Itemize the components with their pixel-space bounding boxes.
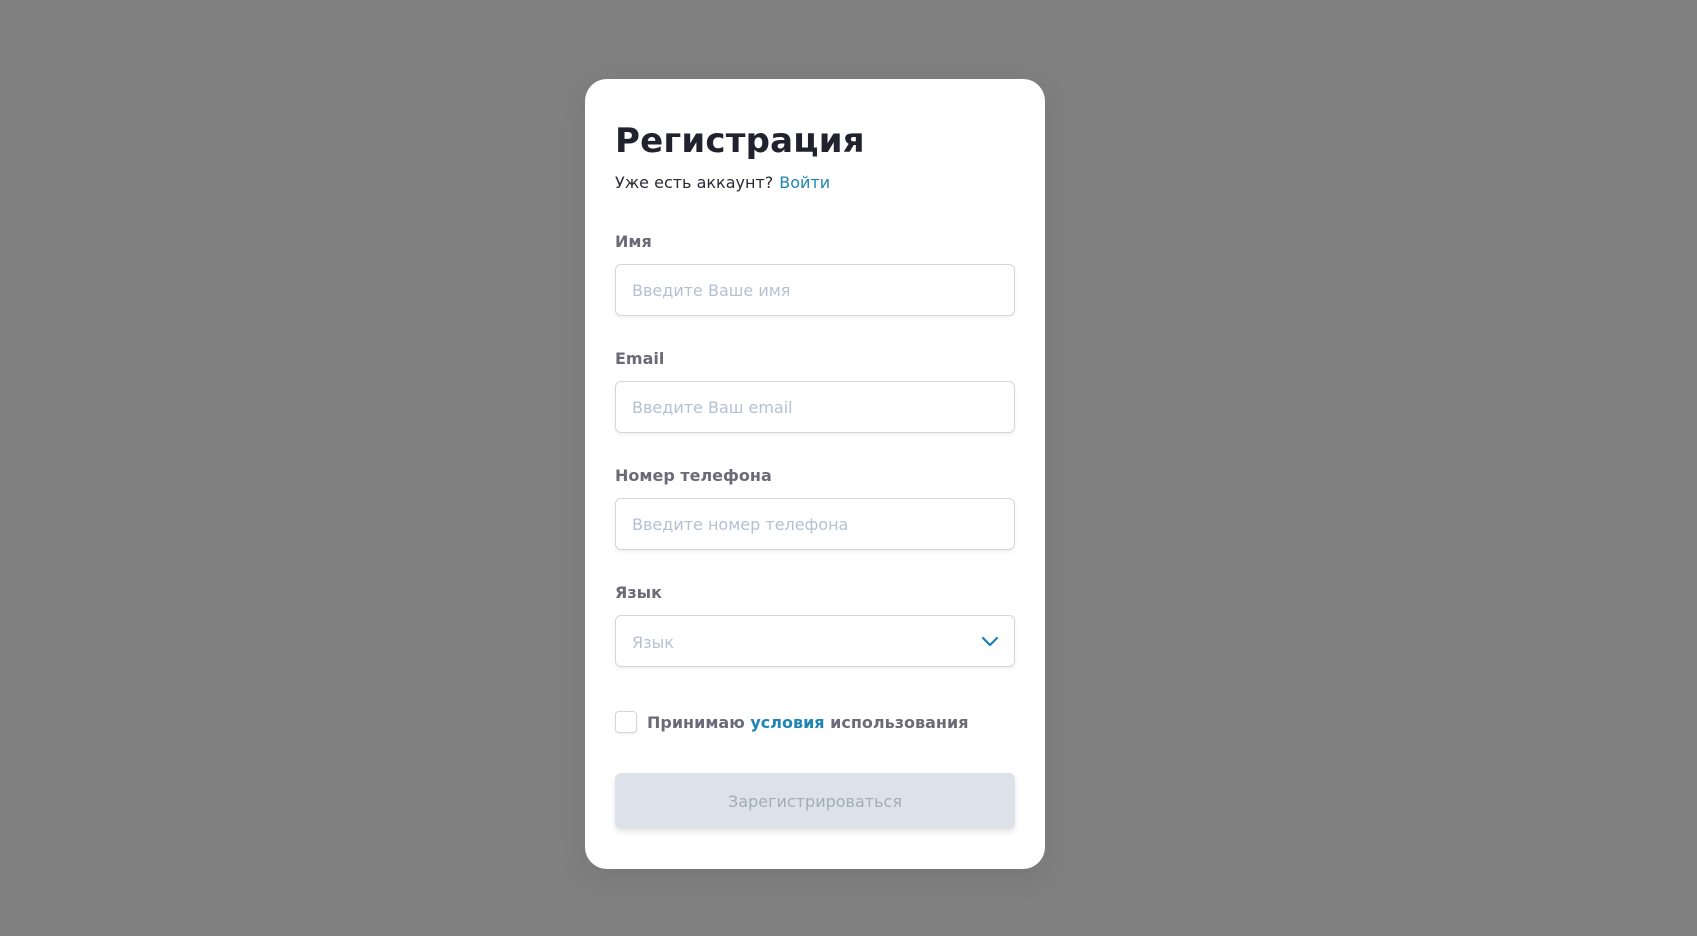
register-button[interactable]: Зарегистрироваться xyxy=(615,773,1015,829)
language-select-value: Язык xyxy=(632,633,674,652)
login-link[interactable]: Войти xyxy=(779,173,830,192)
name-label: Имя xyxy=(615,232,652,251)
terms-text: Принимаю условия использования xyxy=(647,713,968,732)
login-prompt-text: Уже есть аккаунт? xyxy=(615,173,774,192)
terms-link[interactable]: условия xyxy=(750,713,824,732)
email-label: Email xyxy=(615,349,665,368)
phone-input[interactable] xyxy=(616,499,1014,549)
name-field-group: Имя xyxy=(615,231,1015,316)
language-select[interactable]: Язык xyxy=(615,615,1015,667)
registration-card: Регистрация Уже есть аккаунт? Войти Имя E… xyxy=(585,79,1045,869)
phone-label: Номер телефона xyxy=(615,466,772,485)
terms-prefix: Принимаю xyxy=(647,712,745,732)
terms-checkbox[interactable] xyxy=(615,711,637,733)
email-input-box xyxy=(615,381,1015,433)
name-input[interactable] xyxy=(616,265,1014,315)
phone-input-box xyxy=(615,498,1015,550)
name-input-box xyxy=(615,264,1015,316)
language-label: Язык xyxy=(615,583,662,602)
terms-row: Принимаю условия использования xyxy=(615,711,968,733)
login-prompt: Уже есть аккаунт? Войти xyxy=(615,173,830,192)
email-field-group: Email xyxy=(615,348,1015,433)
email-input[interactable] xyxy=(616,382,1014,432)
language-field-group: Язык Язык xyxy=(615,582,1015,667)
phone-field-group: Номер телефона xyxy=(615,465,1015,550)
page-title: Регистрация xyxy=(615,121,865,161)
terms-suffix: использования xyxy=(830,712,969,732)
chevron-down-icon xyxy=(981,636,999,647)
